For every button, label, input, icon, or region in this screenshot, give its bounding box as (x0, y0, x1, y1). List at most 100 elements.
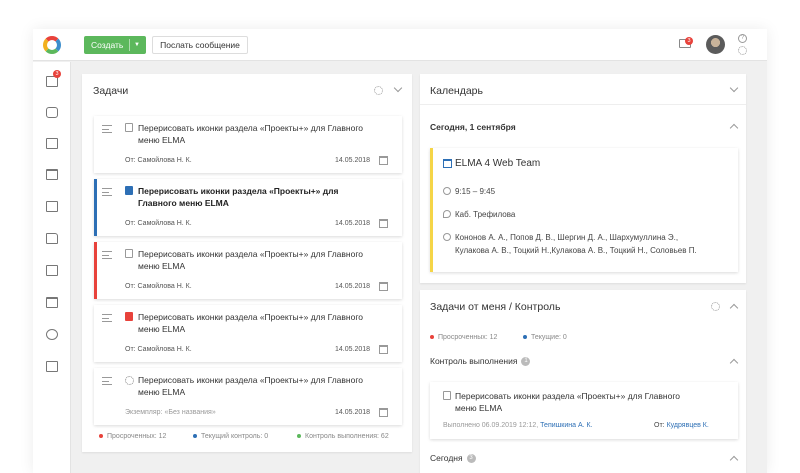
create-button-label: Создать (91, 40, 124, 50)
task-author: От: Самойлова Н. К. (125, 283, 192, 290)
lines-icon (102, 188, 112, 196)
contact-icon[interactable] (46, 201, 58, 212)
calendar-icon[interactable] (379, 219, 388, 228)
folder-icon[interactable] (46, 233, 58, 244)
lines-icon (102, 377, 112, 385)
event-color-bar (430, 148, 433, 272)
task-date: 14.05.2018 (335, 409, 371, 416)
control-panel-title: Задачи от меня / Контроль (430, 301, 561, 313)
chevron-down-icon[interactable] (393, 83, 403, 93)
document-icon (443, 391, 451, 400)
task-author: От: Самойлова Н. К. (125, 220, 192, 227)
today-header: Сегодня, 1 сентября (430, 122, 516, 132)
event-card[interactable]: ELMA 4 Web Team 9:15 – 9:45 Каб. Трефило… (430, 148, 738, 272)
task-card[interactable]: Перерисовать иконки раздела «Проекты+» д… (94, 116, 402, 173)
tasks-legend-current[interactable]: Текущий контроль: 0 (193, 433, 268, 440)
gauge-icon[interactable] (46, 329, 58, 340)
briefcase-icon[interactable] (46, 297, 58, 308)
control-panel: Задачи от меня / Контроль Просроченных: … (420, 290, 746, 473)
event-title[interactable]: ELMA 4 Web Team (455, 158, 540, 169)
task-date: 14.05.2018 (335, 346, 371, 353)
post-message-button[interactable]: Послать сообщение (152, 36, 248, 54)
red-dot-icon (430, 335, 434, 340)
green-dot-icon (297, 434, 301, 439)
settings-gear-icon[interactable] (738, 46, 747, 55)
spinner-icon (125, 376, 134, 385)
chevron-up-icon[interactable] (729, 455, 739, 465)
gear-icon[interactable] (711, 302, 720, 311)
from-person-link[interactable]: Кудрявцев К. (667, 422, 709, 429)
task-author: От: Самойлова Н. К. (125, 346, 192, 353)
task-date: 14.05.2018 (335, 157, 371, 164)
gear-icon[interactable] (374, 86, 383, 95)
task-instance: Экземпляр: «Без названия» (125, 409, 216, 416)
task-card[interactable]: Перерисовать иконки раздела «Проекты+» д… (94, 305, 402, 362)
today-section-title[interactable]: Сегодня 3 (430, 453, 476, 464)
task-card[interactable]: Перерисовать иконки раздела «Проекты+» д… (94, 179, 402, 236)
sidebar-mail-badge: 3 (53, 70, 61, 78)
create-button[interactable]: Создать ▼ (84, 36, 146, 54)
chevron-down-icon[interactable] (729, 83, 739, 93)
lines-icon (102, 251, 112, 259)
lines-icon (102, 125, 112, 133)
event-time: 9:15 – 9:45 (455, 187, 496, 196)
people-icon (443, 233, 451, 241)
document-icon (125, 249, 133, 258)
task-title[interactable]: Перерисовать иконки раздела «Проекты+» д… (138, 122, 378, 146)
event-participants-line2: Кулакова А. В., Тоцкий Н.,Кулакова А. В.… (455, 246, 697, 255)
task-title[interactable]: Перерисовать иконки раздела «Проекты+» д… (138, 185, 378, 209)
event-location: Каб. Трефилова (455, 210, 516, 219)
chevron-up-icon[interactable] (729, 358, 739, 368)
task-card[interactable]: Перерисовать иконки раздела «Проекты+» д… (94, 368, 402, 425)
phone-icon[interactable] (46, 107, 58, 118)
clock-icon (443, 187, 451, 195)
clipboard-icon[interactable] (46, 138, 58, 149)
blue-dot-icon (523, 335, 527, 340)
calendar-icon[interactable] (379, 156, 388, 165)
control-task-title[interactable]: Перерисовать иконки раздела «Проекты+» д… (455, 390, 680, 414)
left-sidebar: 3 (33, 62, 71, 473)
calendar-icon[interactable] (379, 345, 388, 354)
control-task-card[interactable]: Перерисовать иконки раздела «Проекты+» д… (430, 382, 738, 439)
app-window: Создать ▼ Послать сообщение 3 ? 3 Задачи… (33, 29, 767, 473)
task-title[interactable]: Перерисовать иконки раздела «Проекты+» д… (138, 311, 378, 335)
document-icon (125, 312, 133, 321)
help-icon[interactable]: ? (738, 34, 747, 43)
bookmark-icon[interactable] (46, 361, 58, 372)
avatar[interactable] (706, 35, 725, 54)
mail-count-badge: 3 (685, 37, 693, 45)
caret-down-icon[interactable]: ▼ (134, 36, 140, 54)
task-title[interactable]: Перерисовать иконки раздела «Проекты+» д… (138, 248, 378, 272)
location-pin-icon (443, 210, 451, 218)
event-participants-line1: Кононов А. А., Попов Д. В., Шергин Д. А.… (455, 233, 679, 242)
tasks-legend-overdue[interactable]: Просроченных: 12 (99, 433, 166, 440)
done-person-link[interactable]: Тепишкина А. К. (540, 422, 592, 429)
task-card[interactable]: Перерисовать иконки раздела «Проекты+» д… (94, 242, 402, 299)
priority-bar (94, 242, 97, 299)
task-author: От: Самойлова Н. К. (125, 157, 192, 164)
lines-icon (102, 314, 112, 322)
tasks-legend-done[interactable]: Контроль выполнения: 62 (297, 433, 389, 440)
document-icon (125, 123, 133, 132)
calendar-icon[interactable] (379, 282, 388, 291)
chevron-up-icon[interactable] (729, 123, 739, 133)
control-task-done: Выполнено 06.09.2019 12:12, Тепишкина А.… (443, 422, 593, 429)
calendar-icon[interactable] (379, 408, 388, 417)
task-date: 14.05.2018 (335, 283, 371, 290)
priority-bar (94, 179, 97, 236)
top-bar: Создать ▼ Послать сообщение 3 ? (33, 29, 767, 61)
control-legend-overdue[interactable]: Просроченных: 12 (430, 334, 497, 341)
report-icon[interactable] (46, 265, 58, 276)
blue-dot-icon (193, 434, 197, 439)
chevron-up-icon[interactable] (729, 303, 739, 313)
calendar-panel-title: Календарь (430, 85, 483, 97)
elma-logo-icon[interactable] (43, 36, 61, 54)
task-date: 14.05.2018 (335, 220, 371, 227)
calendar-icon[interactable] (46, 169, 58, 180)
tasks-panel-title: Задачи (93, 85, 129, 97)
control-legend-current[interactable]: Текущие: 0 (523, 334, 567, 341)
task-title[interactable]: Перерисовать иконки раздела «Проекты+» д… (138, 374, 378, 398)
today-count-badge: 3 (466, 454, 476, 464)
section-count-badge: 1 (521, 357, 531, 367)
control-section-title[interactable]: Контроль выполнения 1 (430, 356, 531, 367)
